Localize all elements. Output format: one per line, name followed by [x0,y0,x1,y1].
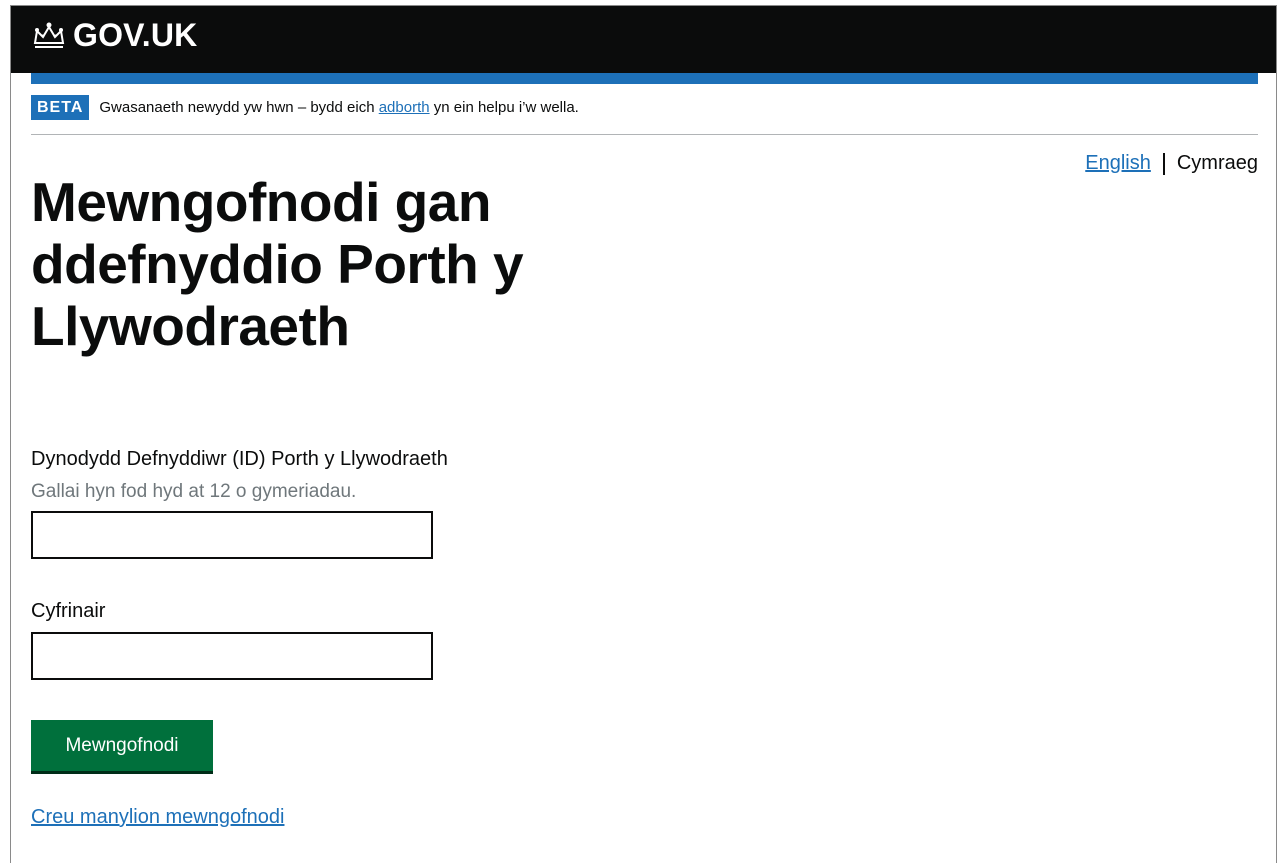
password-input[interactable] [31,632,433,680]
create-sign-in-details-link[interactable]: Creu manylion mewngofnodi [31,806,284,829]
phase-banner-text: Gwasanaeth newydd yw hwn – bydd eich adb… [99,99,578,116]
cymraeg-current-language: Cymraeg [1176,152,1258,174]
browser-frame: GOV.UK BETA Gwasanaeth newydd yw hwn – b… [10,5,1277,863]
phase-banner: BETA Gwasanaeth newydd yw hwn – bydd eic… [31,95,579,120]
language-toggle: English Cymraeg [1085,152,1258,175]
feedback-link[interactable]: adborth [379,99,430,116]
user-id-label: Dynodydd Defnyddiwr (ID) Porth y Llywodr… [31,448,448,470]
phase-text-before: Gwasanaeth newydd yw hwn – bydd eich [99,99,379,116]
phase-text-after: yn ein helpu i’w wella. [429,99,579,116]
header-blue-bar [31,73,1258,84]
beta-tag: BETA [31,95,90,120]
page-title: Mewngofnodi gan ddefnyddio Porth y Llywo… [31,171,524,357]
english-language-link[interactable]: English [1085,152,1151,175]
logo-text: GOV.UK [73,17,198,53]
user-id-hint: Gallai hyn fod hyd at 12 o gymeriadau. [31,481,357,502]
sign-in-button[interactable]: Mewngofnodi [31,720,213,771]
user-id-input[interactable] [31,511,433,559]
password-label: Cyfrinair [31,600,106,622]
govuk-logo-link[interactable]: GOV.UK [31,15,198,55]
crown-icon [33,22,65,48]
phase-divider [31,134,1258,135]
language-separator [1162,152,1165,175]
govuk-header: GOV.UK [11,6,1276,73]
